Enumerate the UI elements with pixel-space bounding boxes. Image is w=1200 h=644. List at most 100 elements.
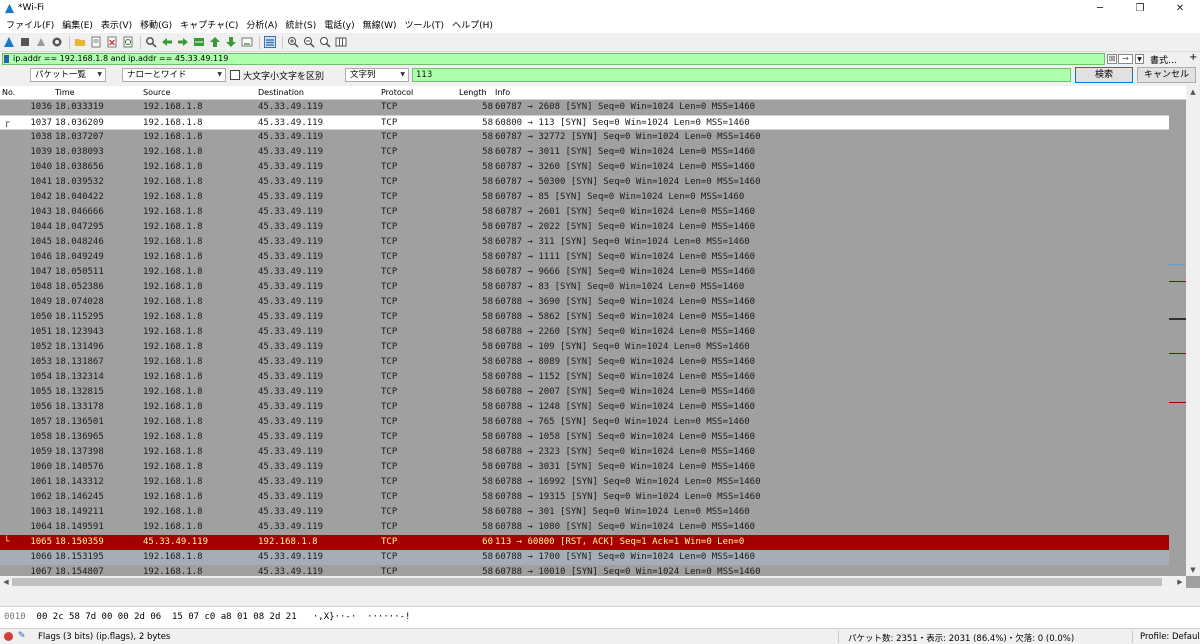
column-header-destination[interactable]: Destination (258, 88, 304, 97)
packet-row[interactable]: 1037 18.036209 192.168.1.8 45.33.49.119 TCP 5… (0, 115, 1169, 130)
zoom-in-icon[interactable] (286, 35, 300, 49)
packet-row[interactable]: 1061 18.143312 192.168.1.8 45.33.49.119 TCP 5… (0, 475, 1169, 490)
cancel-button[interactable]: キャンセル (1137, 67, 1196, 83)
shark-fin-start-icon[interactable] (2, 35, 16, 49)
menu-item-10[interactable]: ヘルプ(H) (448, 18, 497, 31)
open-folder-icon[interactable] (73, 35, 87, 49)
display-filter-input[interactable]: ip.addr == 192.168.1.8 and ip.addr == 45… (2, 53, 1105, 65)
menu-item-2[interactable]: 表示(V) (97, 18, 136, 31)
filter-bookmark-icon[interactable] (4, 55, 9, 63)
packet-row[interactable]: 1054 18.132314 192.168.1.8 45.33.49.119 TCP 5… (0, 370, 1169, 385)
column-header-source[interactable]: Source (143, 88, 170, 97)
menu-item-3[interactable]: 移動(G) (136, 18, 176, 31)
maximize-button[interactable]: ❐ (1120, 0, 1160, 16)
packet-row[interactable]: 1045 18.048246 192.168.1.8 45.33.49.119 TCP 5… (0, 235, 1169, 250)
packet-row[interactable]: 1065 18.150359 45.33.49.119 192.168.1.8 TCP 6… (0, 535, 1169, 550)
search-charset-select[interactable]: ナローとワイド ▼ (122, 68, 226, 82)
first-packet-icon[interactable] (208, 35, 222, 49)
open-file-icon[interactable] (89, 35, 103, 49)
scroll-left-icon[interactable]: ◀ (0, 576, 12, 588)
menu-item-6[interactable]: 統計(S) (282, 18, 321, 31)
packet-row[interactable]: 1059 18.137398 192.168.1.8 45.33.49.119 TCP 5… (0, 445, 1169, 460)
packet-row[interactable]: 1052 18.131496 192.168.1.8 45.33.49.119 TCP 5… (0, 340, 1169, 355)
packet-row[interactable]: 1049 18.074028 192.168.1.8 45.33.49.119 TCP 5… (0, 295, 1169, 310)
close-file-icon[interactable] (105, 35, 119, 49)
packet-row[interactable]: 1043 18.046666 192.168.1.8 45.33.49.119 TCP 5… (0, 205, 1169, 220)
menu-item-9[interactable]: ツール(T) (401, 18, 449, 31)
find-button[interactable]: 検索 (1075, 67, 1133, 83)
reload-icon[interactable] (121, 35, 135, 49)
autoscroll-icon[interactable] (240, 35, 254, 49)
column-header-length[interactable]: Length (459, 88, 487, 97)
packet-row[interactable]: 1048 18.052386 192.168.1.8 45.33.49.119 TCP 5… (0, 280, 1169, 295)
capture-comment-icon[interactable]: ✎ (18, 631, 26, 641)
packet-row[interactable]: 1055 18.132815 192.168.1.8 45.33.49.119 TCP 5… (0, 385, 1169, 400)
menu-item-8[interactable]: 無線(W) (359, 18, 401, 31)
packet-row[interactable]: 1038 18.037207 192.168.1.8 45.33.49.119 TCP 5… (0, 130, 1169, 145)
scroll-down-icon[interactable]: ▼ (1186, 564, 1200, 576)
packet-row[interactable]: 1066 18.153195 192.168.1.8 45.33.49.119 TCP 5… (0, 550, 1169, 565)
column-header-no[interactable]: No. (2, 88, 15, 97)
filter-expression-button[interactable]: 書式… (1150, 53, 1177, 66)
column-header-info[interactable]: Info (495, 88, 510, 97)
minimize-button[interactable]: ─ (1080, 0, 1120, 16)
packet-row[interactable]: 1046 18.049249 192.168.1.8 45.33.49.119 TCP 5… (0, 250, 1169, 265)
vertical-scrollbar[interactable]: ▲ ▼ (1186, 86, 1200, 576)
packet-row[interactable]: 1060 18.140576 192.168.1.8 45.33.49.119 TCP 5… (0, 460, 1169, 475)
menu-item-4[interactable]: キャプチャ(C) (176, 18, 242, 31)
packet-row[interactable]: 1058 18.136965 192.168.1.8 45.33.49.119 TCP 5… (0, 430, 1169, 445)
menu-item-7[interactable]: 電話(y) (320, 18, 358, 31)
bytes-row[interactable]: 0010 00 2c 58 7d 00 00 2d 06 15 07 c0 a8… (4, 612, 410, 622)
resize-columns-icon[interactable] (334, 35, 348, 49)
filter-apply-button[interactable]: → (1118, 54, 1133, 64)
horizontal-scrollbar[interactable]: ◀ ▶ (0, 576, 1186, 588)
packet-minimap[interactable] (1169, 100, 1186, 576)
packet-row[interactable]: 1050 18.115295 192.168.1.8 45.33.49.119 TCP 5… (0, 310, 1169, 325)
packet-row[interactable]: 1040 18.038656 192.168.1.8 45.33.49.119 TCP 5… (0, 160, 1169, 175)
packet-row[interactable]: 1063 18.149211 192.168.1.8 45.33.49.119 TCP 5… (0, 505, 1169, 520)
back-arrow-icon[interactable] (160, 35, 174, 49)
close-button[interactable]: ✕ (1160, 0, 1200, 16)
packet-row[interactable]: 1056 18.133178 192.168.1.8 45.33.49.119 TCP 5… (0, 400, 1169, 415)
add-filter-button-icon[interactable]: + (1189, 52, 1197, 63)
packet-row[interactable]: 1064 18.149591 192.168.1.8 45.33.49.119 TCP 5… (0, 520, 1169, 535)
filter-history-dropdown[interactable]: ▼ (1135, 54, 1144, 64)
colorize-icon[interactable] (263, 35, 277, 49)
forward-arrow-icon[interactable] (176, 35, 190, 49)
status-profile[interactable]: Profile: Default (1140, 632, 1200, 642)
packet-row[interactable]: 1057 18.136501 192.168.1.8 45.33.49.119 TCP 5… (0, 415, 1169, 430)
scrollbar-thumb[interactable] (12, 578, 1162, 586)
packet-row[interactable]: 1047 18.050511 192.168.1.8 45.33.49.119 TCP 5… (0, 265, 1169, 280)
search-input[interactable]: 113 (412, 68, 1071, 82)
column-header-protocol[interactable]: Protocol (381, 88, 413, 97)
zoom-out-icon[interactable] (302, 35, 316, 49)
scroll-right-icon[interactable]: ▶ (1174, 576, 1186, 588)
packet-row[interactable]: 1036 18.033319 192.168.1.8 45.33.49.119 TCP 5… (0, 100, 1169, 115)
menu-item-0[interactable]: ファイル(F) (2, 18, 58, 31)
menu-item-5[interactable]: 分析(A) (242, 18, 281, 31)
restart-icon[interactable] (34, 35, 48, 49)
filter-clear-button[interactable]: ⊠ (1107, 54, 1117, 64)
search-type-select[interactable]: 文字列 ▼ (345, 68, 409, 82)
packet-row[interactable]: 1039 18.038093 192.168.1.8 45.33.49.119 TCP 5… (0, 145, 1169, 160)
menu-item-1[interactable]: 編集(E) (58, 18, 97, 31)
packet-row[interactable]: 1044 18.047295 192.168.1.8 45.33.49.119 TCP 5… (0, 220, 1169, 235)
find-icon[interactable] (144, 35, 158, 49)
packet-cell-proto: TCP (381, 207, 398, 217)
go-to-packet-icon[interactable] (192, 35, 206, 49)
packet-cell-info: 60788 → 3690 [SYN] Seq=0 Win=1024 Len=0 … (495, 297, 756, 307)
scroll-up-icon[interactable]: ▲ (1186, 86, 1200, 98)
packet-row[interactable]: 1042 18.040422 192.168.1.8 45.33.49.119 TCP 5… (0, 190, 1169, 205)
options-gear-icon[interactable] (50, 35, 64, 49)
last-packet-icon[interactable] (224, 35, 238, 49)
zoom-normal-icon[interactable] (318, 35, 332, 49)
packet-row[interactable]: 1041 18.039532 192.168.1.8 45.33.49.119 TCP 5… (0, 175, 1169, 190)
packet-row[interactable]: 1053 18.131867 192.168.1.8 45.33.49.119 TCP 5… (0, 355, 1169, 370)
packet-row[interactable]: 1062 18.146245 192.168.1.8 45.33.49.119 TCP 5… (0, 490, 1169, 505)
search-scope-select[interactable]: パケット一覧 ▼ (30, 68, 106, 82)
packet-row[interactable]: 1051 18.123943 192.168.1.8 45.33.49.119 TCP 5… (0, 325, 1169, 340)
case-sensitive-checkbox[interactable] (230, 70, 240, 80)
expert-info-led-icon[interactable] (4, 632, 13, 641)
column-header-time[interactable]: Time (55, 88, 75, 97)
stop-icon[interactable] (18, 35, 32, 49)
